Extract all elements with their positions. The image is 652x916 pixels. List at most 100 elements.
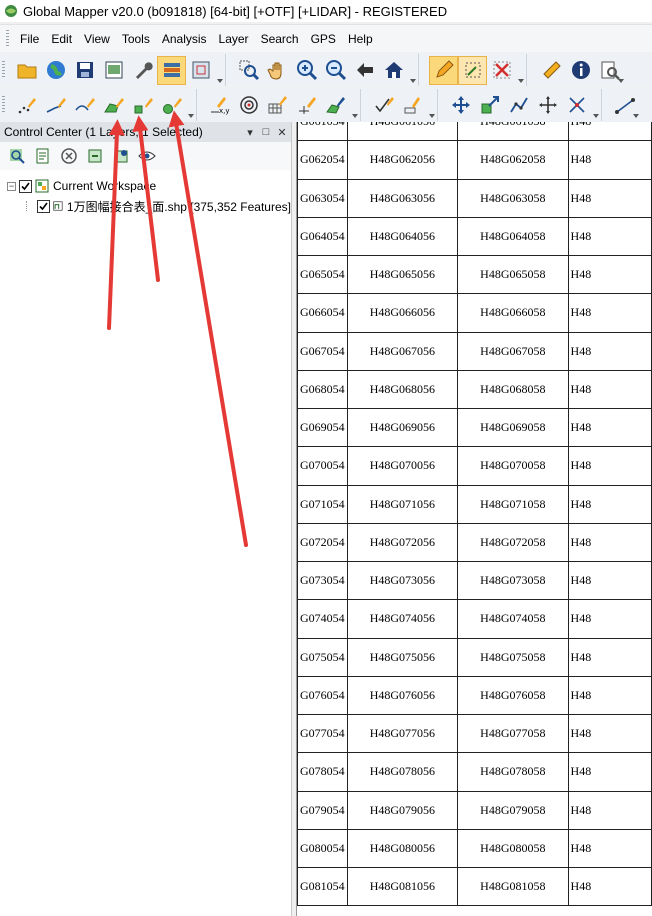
panel-maximize-icon[interactable]: □ xyxy=(259,126,273,138)
table-cell: H48G079058 xyxy=(457,790,569,830)
cc-options-button[interactable] xyxy=(84,145,106,167)
vertex-select-button[interactable] xyxy=(458,55,487,85)
table-row[interactable]: G066054 H48G066056 H48G066058 H48 xyxy=(297,293,652,333)
range-ring-button[interactable] xyxy=(234,91,263,120)
menu-analysis[interactable]: Analysis xyxy=(156,29,213,49)
panel-menu-icon[interactable]: ▾ xyxy=(243,126,257,139)
cc-zoom-layer-button[interactable] xyxy=(6,145,28,167)
zoom-box-button[interactable] xyxy=(234,56,263,85)
zoom-in-button[interactable] xyxy=(292,56,321,85)
measure-button[interactable] xyxy=(537,56,566,85)
table-row[interactable]: G080054 H48G080056 H48G080058 H48 xyxy=(297,828,652,869)
pan-button[interactable] xyxy=(263,56,292,85)
back-button[interactable] xyxy=(350,56,379,85)
edit-vertex-button[interactable] xyxy=(398,91,427,120)
toolbar-grip[interactable] xyxy=(2,61,5,79)
layer-options-icon xyxy=(88,149,102,163)
toolbar-grip[interactable] xyxy=(2,96,5,114)
configure-button[interactable] xyxy=(128,56,157,85)
table-row[interactable]: G065054 H48G065056 H48G065058 H48 xyxy=(297,254,652,295)
table-row[interactable]: G062054 H48G062056 H48G062058 H48 xyxy=(297,140,652,180)
check-feature-button[interactable] xyxy=(369,91,398,120)
connect-lines-button[interactable] xyxy=(610,91,639,120)
table-row[interactable]: G071054 H48G071056 H48G071058 H48 xyxy=(297,484,652,524)
edit-area-icon xyxy=(325,97,345,114)
cc-close-layer-button[interactable] xyxy=(58,145,80,167)
layer-tree: − Current Workspace 1万图幅接合表_面.shp [375,3… xyxy=(0,170,291,216)
table-row[interactable]: G078054 H48G078056 H48G078058 H48 xyxy=(297,752,652,792)
transform-tools-group xyxy=(438,89,602,121)
control-center-button[interactable] xyxy=(157,55,186,85)
panel-close-icon[interactable]: ✕ xyxy=(275,126,289,139)
create-rectangle-button[interactable] xyxy=(128,91,157,120)
table-row[interactable]: G063054 H48G063056 H48G063058 H48 xyxy=(297,178,652,218)
workspace-checkbox[interactable] xyxy=(19,179,32,193)
reshape-line-button[interactable] xyxy=(504,91,533,120)
coordinate-entry-button[interactable]: x,y xyxy=(205,91,234,120)
table-cell: H48 xyxy=(567,293,652,333)
overview-map-button[interactable] xyxy=(186,56,215,85)
tree-layer-row[interactable]: 1万图幅接合表_面.shp [375,352 Features] xyxy=(0,196,291,216)
move-points-button[interactable] xyxy=(533,91,562,120)
table-row[interactable]: G081054 H48G081056 H48G081058 H48 xyxy=(297,866,652,907)
table-row[interactable]: G070054 H48G070056 H48G070058 H48 xyxy=(297,446,652,486)
table-row[interactable]: G072054 H48G072056 H48G072058 H48 xyxy=(297,522,652,563)
table-row[interactable]: G069054 H48G069056 H48G069058 H48 xyxy=(297,407,652,448)
resize-feature-button[interactable] xyxy=(475,91,504,120)
print-button[interactable] xyxy=(99,56,128,85)
cc-visibility-button[interactable] xyxy=(136,145,158,167)
cc-export-button[interactable] xyxy=(110,145,132,167)
move-vertex-button[interactable] xyxy=(446,91,475,120)
table-row[interactable]: G064054 H48G064056 H48G064058 H48 xyxy=(297,216,652,257)
menu-edit[interactable]: Edit xyxy=(45,29,78,49)
table-row[interactable]: G073054 H48G073056 H48G073058 H48 xyxy=(297,560,652,601)
menu-file[interactable]: File xyxy=(14,29,45,49)
menu-layer[interactable]: Layer xyxy=(213,29,255,49)
digitizer-tool-button[interactable] xyxy=(429,55,458,85)
create-curve-line-button[interactable] xyxy=(70,91,99,120)
zoom-out-button[interactable] xyxy=(321,56,350,85)
edit-area-button[interactable] xyxy=(321,91,350,120)
metadata-icon xyxy=(36,148,49,164)
collapse-toggle-icon[interactable]: − xyxy=(7,181,16,191)
save-disk-icon xyxy=(76,62,93,78)
split-line-button[interactable] xyxy=(562,91,591,120)
table-row[interactable]: G076054 H48G076056 H48G076058 H48 xyxy=(297,675,652,716)
table-cell: H48 xyxy=(567,369,652,410)
table-row[interactable]: G061054H48G061056H48G061058H48 xyxy=(297,122,652,142)
full-view-button[interactable] xyxy=(379,56,408,85)
save-button[interactable] xyxy=(70,56,99,85)
menu-tools[interactable]: Tools xyxy=(116,29,156,49)
layer-checkbox[interactable] xyxy=(37,199,50,213)
table-row[interactable]: G079054 H48G079056 H48G079058 H48 xyxy=(297,790,652,830)
feature-info-button[interactable] xyxy=(566,56,595,85)
tree-root-row[interactable]: − Current Workspace xyxy=(0,176,291,196)
table-row[interactable]: G077054 H48G077056 H48G077058 H48 xyxy=(297,713,652,754)
create-circle-button[interactable] xyxy=(157,91,186,120)
open-folder-button[interactable] xyxy=(12,56,41,85)
table-row[interactable]: G075054 H48G075056 H48G075058 H48 xyxy=(297,637,652,677)
table-cell: G064054 xyxy=(297,216,348,257)
create-points-button[interactable] xyxy=(12,91,41,120)
table-row[interactable]: G074054 H48G074056 H48G074058 H48 xyxy=(297,599,652,639)
area-pencil-icon xyxy=(103,98,124,113)
line-pencil-icon xyxy=(46,98,66,113)
delete-feature-button[interactable] xyxy=(487,56,516,85)
menu-view[interactable]: View xyxy=(78,29,116,49)
table-row[interactable]: G067054 H48G067056 H48G067058 H48 xyxy=(297,331,652,371)
table-cell: H48 xyxy=(567,637,652,677)
menu-gps[interactable]: GPS xyxy=(305,29,342,49)
create-line-button[interactable] xyxy=(41,91,70,120)
file-toolbar-group xyxy=(10,54,226,86)
menu-search[interactable]: Search xyxy=(255,29,305,49)
menu-grip[interactable] xyxy=(6,29,9,48)
zoom-in-icon xyxy=(296,60,317,81)
cc-metadata-button[interactable] xyxy=(32,145,54,167)
menu-help[interactable]: Help xyxy=(342,29,379,49)
move-feature-button[interactable] xyxy=(292,91,321,120)
table-row[interactable]: G068054 H48G068056 H48G068058 H48 xyxy=(297,369,652,410)
create-area-button[interactable] xyxy=(99,91,128,120)
search-features-button[interactable] xyxy=(595,56,624,85)
online-data-button[interactable] xyxy=(41,56,70,85)
grid-create-button[interactable] xyxy=(263,91,292,120)
